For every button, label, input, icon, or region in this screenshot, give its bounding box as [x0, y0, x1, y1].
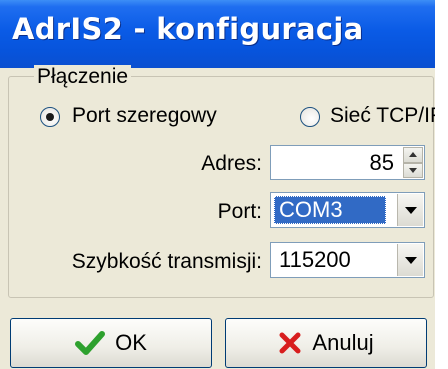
address-value[interactable]: 85: [370, 150, 394, 176]
baud-rate-value[interactable]: 115200: [279, 247, 351, 273]
baud-rate-dropdown-button[interactable]: [397, 244, 423, 276]
cancel-button-label: Anuluj: [312, 330, 374, 355]
spin-down-button[interactable]: [403, 162, 423, 178]
baud-rate-label: Szybkość transmisji:: [71, 250, 262, 273]
x-icon: [279, 332, 301, 354]
chevron-down-icon: [404, 256, 417, 264]
radio-tcp-ip-label[interactable]: Sieć TCP/IP: [330, 104, 435, 128]
checkmark-icon: [75, 331, 106, 355]
spin-up-button[interactable]: [403, 147, 423, 163]
config-dialog: AdrIS2 - konfiguracja Płączenie Port sze…: [0, 0, 435, 369]
arrow-up-icon: [409, 152, 417, 158]
ok-button[interactable]: OK: [10, 318, 212, 368]
address-spinbox[interactable]: 85: [270, 145, 425, 180]
cancel-button[interactable]: Anuluj: [225, 318, 427, 368]
arrow-down-icon: [409, 167, 417, 173]
radio-serial-port[interactable]: [40, 107, 60, 127]
chevron-down-icon: [404, 206, 417, 214]
port-label: Port:: [217, 200, 262, 223]
groupbox-label: Płączenie: [34, 65, 132, 89]
port-dropdown[interactable]: COM3: [270, 192, 425, 228]
port-dropdown-button[interactable]: [397, 194, 423, 226]
baud-rate-dropdown[interactable]: 115200: [270, 242, 425, 278]
address-spin-buttons: [403, 147, 423, 178]
title-bar[interactable]: AdrIS2 - konfiguracja: [0, 0, 435, 68]
address-label: Adres:: [201, 152, 262, 175]
radio-selected-dot: [46, 113, 54, 121]
window-title: AdrIS2 - konfiguracja: [12, 12, 364, 46]
port-value[interactable]: COM3: [279, 197, 343, 223]
radio-serial-port-label[interactable]: Port szeregowy: [72, 104, 217, 128]
radio-tcp-ip[interactable]: [300, 107, 320, 127]
ok-button-label: OK: [115, 330, 147, 355]
